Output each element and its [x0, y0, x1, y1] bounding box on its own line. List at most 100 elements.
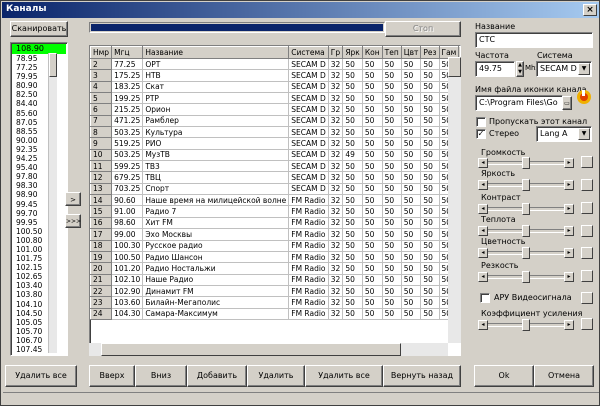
- table-cell[interactable]: 50: [362, 274, 383, 286]
- table-cell[interactable]: 101.20: [111, 262, 144, 275]
- table-cell[interactable]: SECAM D: [288, 137, 329, 150]
- table-cell[interactable]: 32: [328, 262, 344, 275]
- table-cell[interactable]: 32: [328, 308, 344, 320]
- frequency-item[interactable]: 98.90: [11, 190, 67, 199]
- table-cell[interactable]: SECAM D: [288, 115, 329, 128]
- table-cell[interactable]: 50: [401, 228, 422, 241]
- table-cell[interactable]: FM Radio: [288, 205, 329, 218]
- table-cell[interactable]: FM Radio: [288, 217, 329, 230]
- table-cell[interactable]: 50: [342, 183, 363, 196]
- revert-button[interactable]: Вернуть назад: [383, 365, 461, 387]
- slider-right-icon[interactable]: ▸: [564, 272, 574, 282]
- table-cell[interactable]: Хит FM: [142, 217, 290, 230]
- table-cell[interactable]: 50: [420, 160, 440, 173]
- table-cell[interactable]: 103.60: [111, 296, 144, 309]
- table-cell[interactable]: 50: [420, 171, 440, 184]
- table-cell[interactable]: 471.25: [111, 115, 144, 128]
- slider-knob[interactable]: [522, 247, 530, 259]
- delete-all-channels-button[interactable]: Удалить все: [305, 365, 383, 387]
- table-cell[interactable]: SECAM D: [288, 103, 329, 116]
- browse-folder-icon[interactable]: ▭: [562, 96, 572, 110]
- table-cell[interactable]: FM Radio: [288, 274, 329, 286]
- table-cell[interactable]: 50: [382, 103, 402, 116]
- table-cell[interactable]: 50: [401, 285, 422, 298]
- frequency-item[interactable]: 92.35: [11, 145, 67, 154]
- table-cell[interactable]: 32: [328, 160, 344, 173]
- table-cell[interactable]: 50: [420, 69, 440, 82]
- frequency-item[interactable]: 105.05: [11, 318, 67, 327]
- table-cell[interactable]: 50: [382, 160, 402, 173]
- scan-button[interactable]: Сканировать: [10, 21, 68, 37]
- table-cell[interactable]: SECAM D: [288, 171, 329, 184]
- row-number[interactable]: 21: [90, 273, 113, 286]
- table-cell[interactable]: 32: [328, 251, 344, 264]
- column-header[interactable]: Рез: [420, 46, 440, 59]
- frequency-item[interactable]: 102.15: [11, 263, 67, 272]
- gain-reset-button[interactable]: [581, 318, 593, 330]
- row-number[interactable]: 9: [90, 137, 113, 150]
- row-number[interactable]: 23: [90, 296, 113, 309]
- table-cell[interactable]: 50: [342, 251, 363, 264]
- table-row[interactable]: 20 101.20 Радио Ностальжи FM Radio 32 50 50 50 5…: [90, 262, 460, 275]
- table-cell[interactable]: 32: [328, 103, 344, 116]
- table-cell[interactable]: 50: [382, 228, 402, 241]
- row-number[interactable]: 4: [90, 80, 113, 94]
- table-cell[interactable]: Радио 7: [142, 205, 290, 218]
- table-cell[interactable]: 50: [342, 115, 363, 128]
- table-cell[interactable]: Культура: [142, 126, 290, 139]
- table-cell[interactable]: 50: [362, 149, 383, 162]
- table-cell[interactable]: РИО: [142, 137, 290, 150]
- row-number[interactable]: 14: [90, 194, 113, 207]
- table-cell[interactable]: 90.60: [111, 194, 144, 207]
- table-cell[interactable]: 50: [420, 81, 440, 94]
- table-cell[interactable]: 32: [328, 296, 344, 309]
- table-cell[interactable]: SECAM D: [288, 92, 329, 105]
- table-row[interactable]: 21 102.10 Наше Радио FM Radio 32 50 50 50 50 50 50…: [90, 273, 460, 286]
- row-number[interactable]: 3: [90, 69, 113, 82]
- table-cell[interactable]: 98.60: [111, 217, 144, 230]
- row-number[interactable]: 11: [90, 160, 113, 173]
- frequency-item[interactable]: 104.10: [11, 300, 67, 309]
- table-row[interactable]: 5199.25РТРSECAM D325050505050505050: [90, 92, 460, 105]
- table-cell[interactable]: 50: [420, 217, 440, 230]
- frequency-selected-item[interactable]: 108.90: [12, 44, 66, 54]
- table-cell[interactable]: 50: [342, 194, 363, 207]
- slider-left-icon[interactable]: ◂: [478, 248, 488, 258]
- frequency-item[interactable]: 94.25: [11, 154, 67, 163]
- table-cell[interactable]: 50: [382, 262, 402, 275]
- slider-right-icon[interactable]: ▸: [564, 320, 574, 330]
- table-cell[interactable]: 102.90: [111, 285, 144, 298]
- table-cell[interactable]: FM Radio: [288, 285, 329, 298]
- slider-knob[interactable]: [522, 225, 530, 237]
- table-cell[interactable]: 50: [382, 285, 402, 298]
- table-cell[interactable]: 50: [362, 285, 383, 298]
- table-cell[interactable]: 32: [328, 205, 344, 218]
- table-cell[interactable]: 100.50: [111, 251, 144, 264]
- table-cell[interactable]: 50: [382, 194, 402, 207]
- slider-knob[interactable]: [522, 203, 530, 215]
- table-cell[interactable]: 50: [401, 115, 422, 128]
- table-cell[interactable]: 50: [342, 274, 363, 286]
- table-cell[interactable]: SECAM D: [288, 81, 329, 94]
- table-cell[interactable]: SECAM D: [288, 69, 329, 82]
- table-cell[interactable]: Эхо Москвы: [142, 228, 290, 241]
- table-cell[interactable]: НТВ: [142, 69, 290, 82]
- table-cell[interactable]: 50: [342, 285, 363, 298]
- table-row[interactable]: 1591.00Радио 7FM Radio325050505050505050: [90, 205, 460, 218]
- table-cell[interactable]: Рамблер: [142, 115, 290, 128]
- table-cell[interactable]: SECAM D: [288, 149, 329, 162]
- warmth-reset-button[interactable]: [581, 225, 593, 237]
- move-one-button[interactable]: >: [65, 192, 81, 206]
- table-cell[interactable]: 32: [328, 92, 344, 105]
- table-cell[interactable]: ОРТ: [142, 58, 290, 71]
- column-header[interactable]: Гр: [327, 46, 344, 59]
- frequency-item[interactable]: 82.50: [11, 90, 67, 99]
- row-number[interactable]: 10: [90, 148, 113, 162]
- table-cell[interactable]: 50: [382, 217, 402, 230]
- table-row[interactable]: 9519.25РИОSECAM D325050505050505050: [90, 137, 460, 150]
- frequency-item[interactable]: 77.25: [11, 63, 67, 72]
- table-cell[interactable]: 77.25: [111, 58, 144, 71]
- table-cell[interactable]: 32: [328, 274, 344, 286]
- table-cell[interactable]: 50: [420, 103, 440, 116]
- sharpness-reset-button[interactable]: [581, 270, 593, 282]
